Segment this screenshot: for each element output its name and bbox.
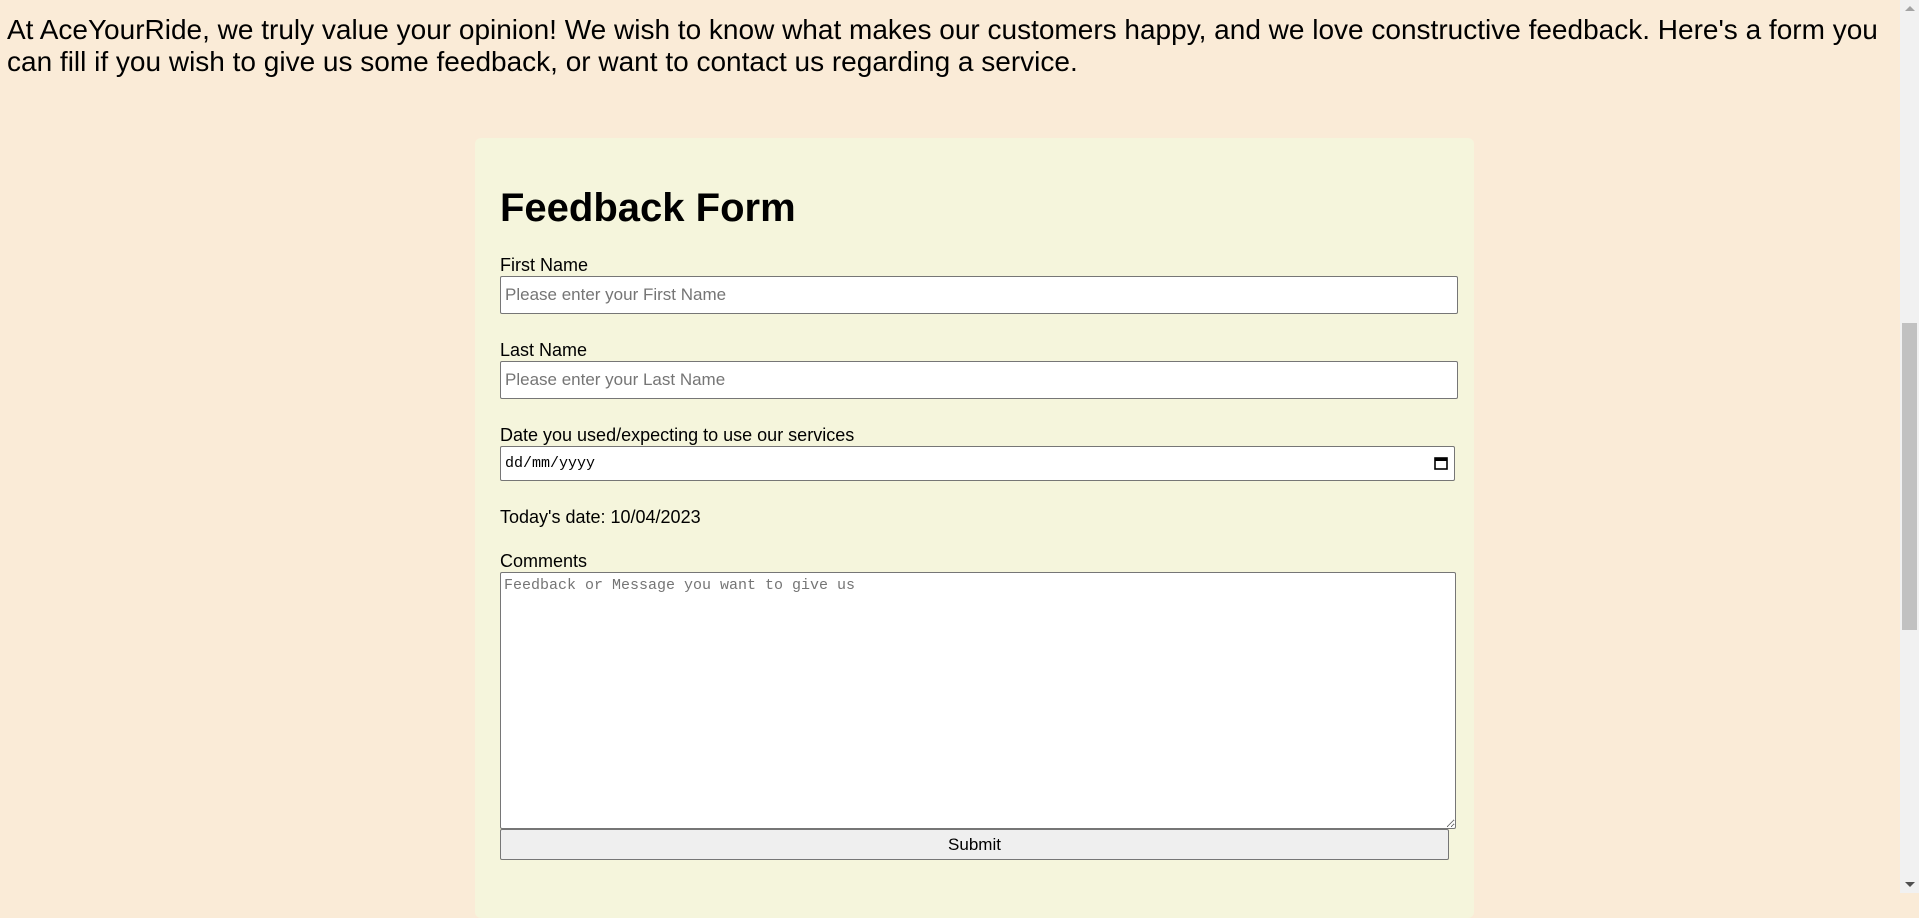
submit-button[interactable]: Submit (500, 829, 1449, 860)
scroll-up-icon[interactable] (1905, 6, 1915, 11)
comments-textarea[interactable] (500, 572, 1456, 829)
scroll-thumb[interactable] (1902, 323, 1917, 630)
feedback-form: Feedback Form First Name Last Name Date … (475, 138, 1474, 918)
service-date-label: Date you used/expecting to use our servi… (500, 425, 855, 445)
page: { "intro": { "text": "At AceYourRide, we… (0, 0, 1919, 918)
last-name-input[interactable] (500, 361, 1458, 399)
date-format-text: dd/mm/yyyy (505, 455, 596, 472)
scroll-down-icon[interactable] (1905, 882, 1915, 887)
todays-date: Today's date: 10/04/2023 (500, 507, 701, 527)
service-date-input[interactable]: dd/mm/yyyy (500, 446, 1455, 481)
first-name-input[interactable] (500, 276, 1458, 314)
form-title: Feedback Form (500, 186, 796, 230)
intro-text: At AceYourRide, we truly value your opin… (7, 14, 1878, 77)
calendar-icon[interactable] (1434, 456, 1448, 470)
last-name-label: Last Name (500, 340, 588, 360)
vertical-scrollbar[interactable] (1900, 0, 1919, 893)
comments-label: Comments (500, 551, 588, 571)
first-name-label: First Name (500, 255, 589, 275)
